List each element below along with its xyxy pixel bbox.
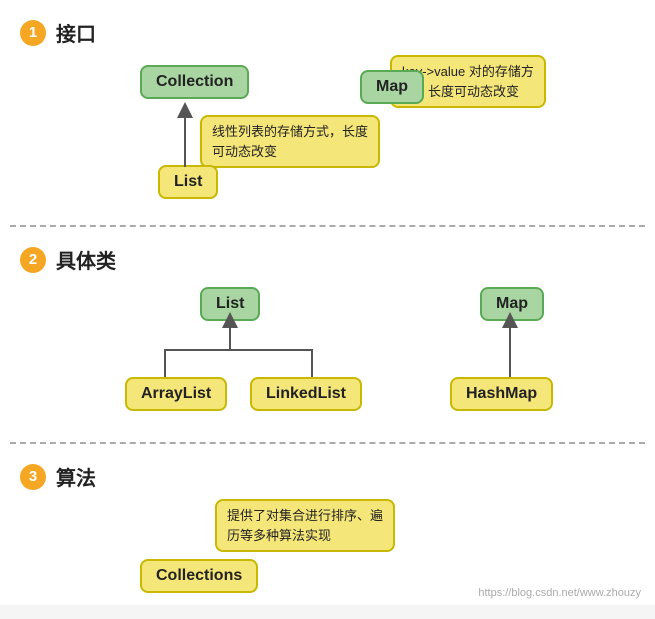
section1-list-tooltip: 线性列表的存储方式，长度 可动态改变: [200, 115, 380, 168]
section2-title: 具体类: [56, 245, 116, 274]
section2-list-label: List: [216, 295, 244, 312]
section1-collection-box: Collection: [140, 65, 249, 99]
section1-num: 1: [20, 20, 46, 46]
main-container: 1 接口 key->value 对的存储方 式，长度可动态改变 Collecti…: [0, 0, 655, 605]
section2-list-box: List: [200, 287, 260, 321]
section-interface: 1 接口 key->value 对的存储方 式，长度可动态改变 Collecti…: [0, 0, 655, 225]
section1-list-box: List: [158, 165, 218, 199]
section2-linkedlist-box: LinkedList: [250, 377, 362, 411]
section2-linkedlist-label: LinkedList: [266, 385, 346, 402]
section2-header: 2 具体类: [20, 245, 635, 274]
section3-tooltip: 提供了对集合进行排序、遍 历等多种算法实现: [215, 499, 395, 552]
section2-hashmap-box: HashMap: [450, 377, 553, 411]
watermark: https://blog.csdn.net/www.zhouzy: [478, 587, 641, 599]
section-concrete: 2 具体类 List Map ArrayList LinkedList Hash…: [0, 227, 655, 442]
section3-title: 算法: [56, 462, 96, 491]
section3-collections-label: Collections: [156, 567, 242, 584]
section2-map-box: Map: [480, 287, 544, 321]
section2-arraylist-box: ArrayList: [125, 377, 227, 411]
section3-collections-box: Collections: [140, 559, 258, 593]
section2-hashmap-label: HashMap: [466, 385, 537, 402]
section1-content: key->value 对的存储方 式，长度可动态改变 Collection Ma…: [20, 55, 635, 215]
section3-tooltip-text: 提供了对集合进行排序、遍 历等多种算法实现: [227, 508, 383, 543]
section2-map-label: Map: [496, 295, 528, 312]
section3-header: 3 算法: [20, 462, 635, 491]
section1-map-box: Map: [360, 70, 424, 104]
section1-title: 接口: [56, 18, 96, 47]
section3-num: 3: [20, 464, 46, 490]
section1-list-label: List: [174, 173, 202, 190]
section2-num: 2: [20, 247, 46, 273]
section2-content: List Map ArrayList LinkedList HashMap: [20, 282, 635, 432]
section1-map-label: Map: [376, 78, 408, 95]
section1-header: 1 接口: [20, 18, 635, 47]
section1-collection-label: Collection: [156, 73, 233, 90]
section1-list-tooltip-text: 线性列表的存储方式，长度 可动态改变: [212, 124, 368, 159]
section2-arraylist-label: ArrayList: [141, 385, 211, 402]
